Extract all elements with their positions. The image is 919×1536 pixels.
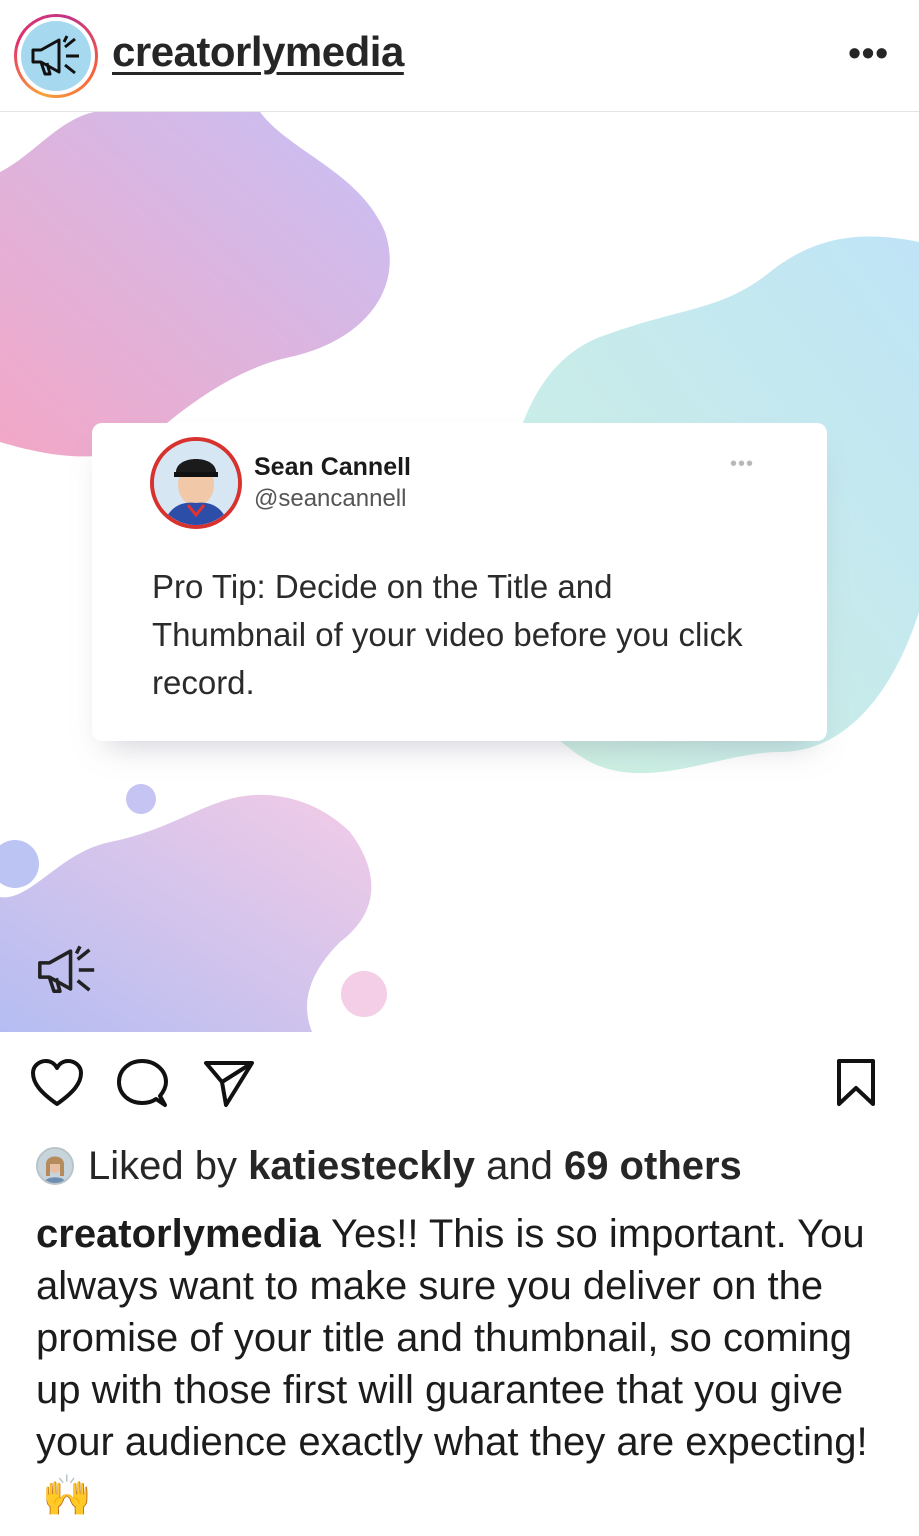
tweet-text: Pro Tip: Decide on the Title and Thumbna… — [152, 568, 743, 701]
likes-prefix: Liked by — [88, 1143, 237, 1188]
megaphone-icon — [31, 35, 79, 76]
likes-summary[interactable]: Liked by katiesteckly and 69 others — [36, 1138, 742, 1194]
tweet-card: Sean Cannell @seancannell ••• Pro Tip: D… — [92, 423, 827, 741]
header-username[interactable]: creatorlymedia — [112, 28, 404, 76]
more-options-button[interactable]: ••• — [848, 35, 889, 71]
tweet-author-avatar — [150, 437, 242, 529]
post-header: creatorlymedia ••• — [0, 0, 919, 112]
bookmark-icon[interactable] — [834, 1058, 878, 1108]
liker-avatar — [36, 1147, 74, 1185]
megaphone-icon — [38, 945, 95, 994]
raising-hands-emoji: 🙌 — [42, 1474, 92, 1519]
tweet-author-name: Sean Cannell — [254, 453, 411, 481]
tweet-more-icon: ••• — [730, 453, 755, 475]
liker-username[interactable]: katiesteckly — [248, 1144, 475, 1189]
profile-avatar[interactable] — [14, 14, 98, 98]
heart-icon[interactable] — [30, 1058, 84, 1108]
post-caption: creatorlymedia Yes!! This is so importan… — [36, 1208, 896, 1522]
post-image[interactable]: Sean Cannell @seancannell ••• Pro Tip: D… — [0, 112, 919, 1032]
post-actions — [0, 1050, 919, 1120]
send-icon[interactable] — [202, 1058, 256, 1110]
likes-count[interactable]: 69 others — [564, 1144, 742, 1189]
likes-middle: and — [486, 1143, 553, 1188]
comment-icon[interactable] — [116, 1058, 168, 1110]
tweet-author-handle: @seancannell — [254, 485, 407, 512]
caption-username[interactable]: creatorlymedia — [36, 1212, 321, 1256]
